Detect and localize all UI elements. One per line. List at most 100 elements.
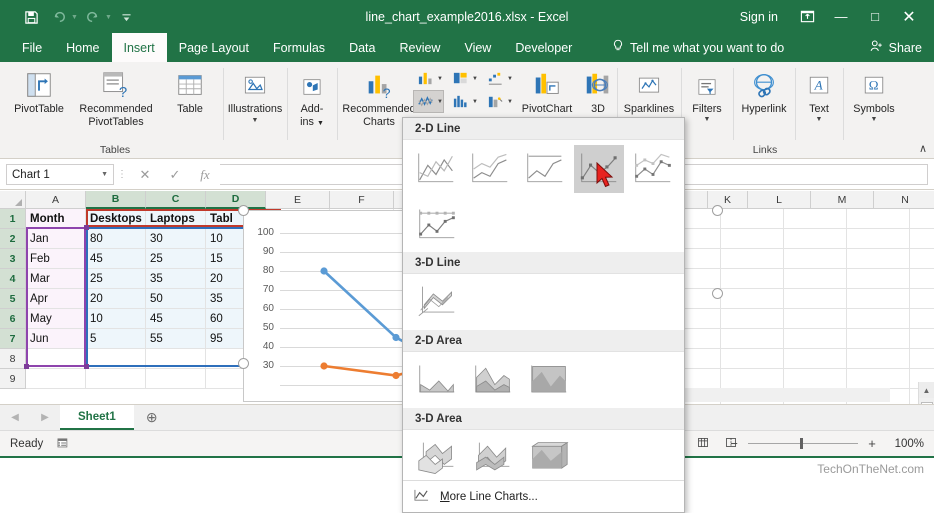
zoom-slider-thumb[interactable] <box>800 438 803 449</box>
tab-formulas[interactable]: Formulas <box>261 33 337 62</box>
insert-statistic-chart-button[interactable]: ▼ <box>449 91 478 112</box>
row-header-8[interactable]: 8 <box>0 349 26 369</box>
insert-waterfall-chart-button[interactable]: ▼ <box>484 68 513 89</box>
cell-b5[interactable]: 20 <box>86 289 146 309</box>
cell-c6[interactable]: 45 <box>146 309 206 329</box>
range-handle[interactable] <box>24 364 29 369</box>
cancel-icon[interactable]: ✕ <box>130 163 160 187</box>
gallery-item-100-percent-stacked-line-with-markers[interactable] <box>411 201 463 249</box>
cell-c9[interactable] <box>146 369 206 389</box>
redo-dropdown-icon[interactable]: ▼ <box>105 14 112 21</box>
row-header-1[interactable]: 1 <box>0 209 26 229</box>
chevron-down-icon[interactable]: ▼ <box>101 171 108 178</box>
cell-b3[interactable]: 45 <box>86 249 146 269</box>
cell-a1[interactable]: Month <box>26 209 86 229</box>
hyperlink-button[interactable]: Hyperlink <box>734 66 794 116</box>
row-header-6[interactable]: 6 <box>0 309 26 329</box>
cell-c3[interactable]: 25 <box>146 249 206 269</box>
chevron-down-icon[interactable]: ▼ <box>437 99 443 105</box>
cell-c4[interactable]: 35 <box>146 269 206 289</box>
save-icon[interactable] <box>18 6 44 28</box>
add-sheet-button[interactable]: ⊕ <box>134 405 170 430</box>
map-3d-button[interactable]: 3D <box>578 66 618 116</box>
vertical-scrollbar[interactable]: ▲ ▼ <box>918 382 934 404</box>
column-header-d[interactable]: D <box>206 191 266 209</box>
more-line-charts-menu-item[interactable]: More Line Charts... <box>403 480 684 512</box>
chevron-down-icon[interactable]: ▼ <box>507 76 513 82</box>
previous-sheet-icon[interactable]: ◀ <box>0 405 30 430</box>
tab-view[interactable]: View <box>452 33 503 62</box>
column-header-n[interactable]: N <box>874 191 934 209</box>
gallery-item-100-percent-stacked-line[interactable] <box>519 145 570 193</box>
cell-a6[interactable]: May <box>26 309 86 329</box>
cell-a2[interactable]: Jan <box>26 229 86 249</box>
cell-b6[interactable]: 10 <box>86 309 146 329</box>
column-header-a[interactable]: A <box>26 191 86 209</box>
insert-scatter-chart-button[interactable]: ▼ <box>484 91 513 112</box>
scroll-up-icon[interactable]: ▲ <box>919 382 934 398</box>
zoom-in-button[interactable]: + <box>866 436 878 451</box>
close-button[interactable]: ✕ <box>892 0 926 33</box>
column-header-e[interactable]: E <box>266 191 330 209</box>
sparklines-button[interactable]: Sparklines <box>618 66 680 116</box>
zoom-level-label[interactable]: 100% <box>895 438 924 450</box>
table-button[interactable]: Table <box>162 66 218 116</box>
cell-b4[interactable]: 25 <box>86 269 146 289</box>
tab-review[interactable]: Review <box>387 33 452 62</box>
range-handle[interactable] <box>84 225 89 230</box>
row-header-5[interactable]: 5 <box>0 289 26 309</box>
column-header-l[interactable]: L <box>748 191 811 209</box>
chart-resize-handle-top-left[interactable] <box>238 205 249 216</box>
cell-c8[interactable] <box>146 349 206 369</box>
zoom-control[interactable]: − + <box>728 436 878 451</box>
column-header-c[interactable]: C <box>146 191 206 209</box>
cell-a4[interactable]: Mar <box>26 269 86 289</box>
zoom-out-button[interactable]: − <box>728 436 740 451</box>
column-header-b[interactable]: B <box>86 191 146 209</box>
row-header-4[interactable]: 4 <box>0 269 26 289</box>
insert-hierarchy-chart-button[interactable]: ▼ <box>449 68 478 89</box>
row-header-9[interactable]: 9 <box>0 369 26 389</box>
symbols-dropdown-icon[interactable]: ▼ <box>871 116 878 123</box>
illustrations-button[interactable]: Illustrations ▼ <box>224 66 286 124</box>
sheet-tab-sheet1[interactable]: Sheet1 <box>60 405 134 430</box>
chevron-down-icon[interactable]: ▼ <box>472 76 478 82</box>
cell-a9[interactable] <box>26 369 86 389</box>
tell-me-box[interactable]: Tell me what you want to do <box>612 33 784 62</box>
sign-in-button[interactable]: Sign in <box>728 10 790 24</box>
tab-file[interactable]: File <box>10 33 54 62</box>
share-button[interactable]: Share <box>869 33 922 62</box>
row-header-7[interactable]: 7 <box>0 329 26 349</box>
line-chart-gallery-dropdown[interactable]: 2-D Line 3-D Line 2-D Area 3-D Area More… <box>402 117 685 513</box>
cell-b1[interactable]: Desktops <box>86 209 146 229</box>
gallery-item-3d-line[interactable] <box>411 279 463 327</box>
cell-b9[interactable] <box>86 369 146 389</box>
addins-button[interactable]: Add-ins ▼ <box>288 66 336 128</box>
filters-button[interactable]: Filters ▼ <box>682 66 732 123</box>
tab-data[interactable]: Data <box>337 33 387 62</box>
gallery-item-stacked-line-with-markers[interactable] <box>627 145 679 193</box>
undo-icon[interactable] <box>46 6 72 28</box>
row-header-2[interactable]: 2 <box>0 229 26 249</box>
cell-b7[interactable]: 5 <box>86 329 146 349</box>
page-layout-view-icon[interactable] <box>696 436 710 452</box>
filters-dropdown-icon[interactable]: ▼ <box>704 116 711 123</box>
cell-b2[interactable]: 80 <box>86 229 146 249</box>
cell-c7[interactable]: 55 <box>146 329 206 349</box>
chevron-down-icon[interactable]: ▼ <box>437 76 443 82</box>
gallery-item-stacked-area[interactable] <box>467 357 519 405</box>
collapse-ribbon-button[interactable]: ∧ <box>919 142 927 155</box>
cell-c5[interactable]: 50 <box>146 289 206 309</box>
chart-resize-handle-right-middle[interactable] <box>712 288 723 299</box>
insert-column-chart-button[interactable]: ▼ <box>414 68 443 89</box>
symbols-button[interactable]: Ω Symbols ▼ <box>844 66 904 123</box>
text-dropdown-icon[interactable]: ▼ <box>816 116 823 123</box>
gallery-item-area[interactable] <box>411 357 463 405</box>
select-all-button[interactable] <box>0 191 26 209</box>
pivotchart-button[interactable]: PivotChart <box>518 66 576 116</box>
recommended-pivottables-button[interactable]: ? Recommended PivotTables <box>70 66 162 128</box>
insert-line-chart-button[interactable]: ▼ <box>413 90 444 113</box>
gallery-item-line[interactable] <box>411 145 462 193</box>
chart-resize-handle-left-middle[interactable] <box>238 358 249 369</box>
chart-resize-handle-top-right[interactable] <box>712 205 723 216</box>
